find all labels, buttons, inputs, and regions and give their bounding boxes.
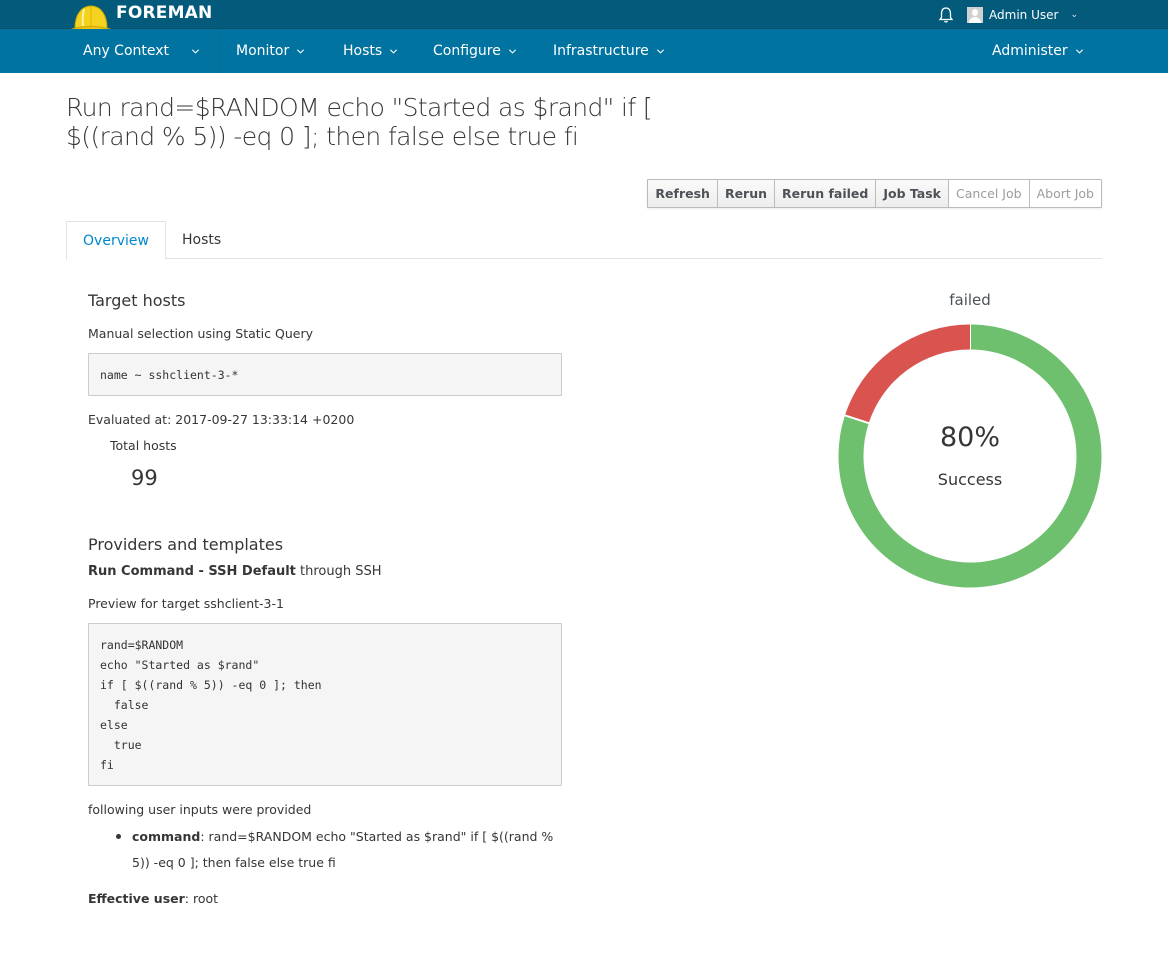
- abort-job-button: Abort Job: [1029, 180, 1101, 207]
- user-menu[interactable]: Admin User: [989, 8, 1058, 22]
- search-query: name ~ sshclient-3-*: [100, 368, 239, 382]
- chevron-down-icon: [1075, 48, 1083, 54]
- evaluated-at: Evaluated at: 2017-09-27 13:33:14 +0200: [88, 412, 355, 427]
- job-task-button[interactable]: Job Task: [876, 180, 949, 207]
- user-inputs-label: following user inputs were provided: [88, 802, 312, 817]
- job-tabs: Overview Hosts: [66, 221, 1102, 260]
- nav-infrastructure[interactable]: Infrastructure: [553, 29, 665, 73]
- template-provider: through SSH: [295, 564, 382, 579]
- preview-line: fi: [100, 758, 114, 772]
- preview-line: else: [100, 718, 128, 732]
- template-preview: rand=$RANDOM echo "Started as $rand" if …: [88, 623, 562, 786]
- donut-slice-failed[interactable]: [844, 324, 971, 424]
- nav-monitor[interactable]: Monitor: [236, 29, 305, 73]
- tab-overview[interactable]: Overview: [66, 221, 166, 260]
- nav-hosts-label: Hosts: [343, 43, 383, 59]
- tab-hosts[interactable]: Hosts: [182, 221, 221, 259]
- user-avatar[interactable]: [967, 6, 984, 23]
- list-item: command: rand=$RANDOM echo "Started as $…: [116, 824, 562, 876]
- nav-configure-label: Configure: [433, 43, 501, 59]
- nav-configure[interactable]: Configure: [433, 29, 517, 73]
- chevron-down-icon: [508, 48, 516, 54]
- preview-line: if [ $((rand % 5)) -eq 0 ]; then: [100, 678, 322, 692]
- status-donut-chart: [838, 324, 1102, 588]
- preview-label: Preview for target sshclient-3-1: [88, 596, 284, 611]
- preview-line: rand=$RANDOM: [100, 638, 184, 652]
- notification-bell-icon[interactable]: [937, 6, 955, 24]
- preview-line: false: [100, 698, 149, 712]
- chevron-down-icon: [390, 48, 398, 54]
- chart-title: failed: [949, 291, 991, 309]
- brand-name: FOREMAN: [116, 3, 213, 23]
- effective-user: Effective user: root: [88, 891, 218, 906]
- template-line: Run Command - SSH Default through SSH: [88, 564, 382, 579]
- providers-heading: Providers and templates: [88, 535, 284, 554]
- chevron-down-icon: [656, 48, 664, 54]
- refresh-button[interactable]: Refresh: [648, 180, 718, 207]
- preview-line: echo "Started as $rand": [100, 658, 260, 672]
- chevron-down-icon: [297, 48, 305, 54]
- cancel-job-button: Cancel Job: [948, 180, 1030, 207]
- nav-administer[interactable]: Administer: [992, 29, 1084, 73]
- page-title: Run rand=$RANDOM echo "Started as $rand"…: [66, 93, 653, 151]
- input-name: command: [132, 829, 201, 844]
- total-hosts-label: Total hosts: [110, 438, 177, 453]
- nav-infrastructure-label: Infrastructure: [553, 43, 649, 59]
- context-selector[interactable]: Any Context: [83, 29, 200, 73]
- nav-hosts[interactable]: Hosts: [343, 29, 398, 73]
- user-inputs-list: command: rand=$RANDOM echo "Started as $…: [116, 824, 562, 876]
- preview-line: true: [100, 738, 142, 752]
- template-name: Run Command - SSH Default: [88, 564, 296, 579]
- chevron-down-icon: [191, 48, 200, 54]
- job-actions: Refresh Rerun Rerun failed Job Task Canc…: [647, 179, 1102, 208]
- target-hosts-heading: Target hosts: [88, 291, 186, 310]
- chart-center-value: 80%: [939, 422, 1000, 453]
- chevron-down-icon[interactable]: ⌄: [1070, 10, 1078, 20]
- effective-user-value: : root: [184, 891, 219, 906]
- utility-nav: Admin User ⌄: [937, 0, 1078, 29]
- rerun-failed-button[interactable]: Rerun failed: [775, 180, 877, 207]
- selection-type: Manual selection using Static Query: [88, 326, 313, 341]
- main-navbar: Any Context Monitor Hosts Configure Infr…: [0, 29, 1168, 73]
- search-query-block: name ~ sshclient-3-*: [88, 353, 562, 396]
- top-header: FOREMAN Admin User ⌄: [0, 0, 1168, 34]
- nav-monitor-label: Monitor: [236, 43, 290, 59]
- rerun-button[interactable]: Rerun: [717, 180, 776, 207]
- nav-divider: [219, 29, 220, 73]
- context-label: Any Context: [83, 43, 170, 59]
- total-hosts-count[interactable]: 99: [131, 466, 158, 490]
- nav-administer-label: Administer: [992, 43, 1068, 59]
- chart-center-label: Success: [937, 470, 1003, 489]
- effective-user-label: Effective user: [88, 891, 185, 906]
